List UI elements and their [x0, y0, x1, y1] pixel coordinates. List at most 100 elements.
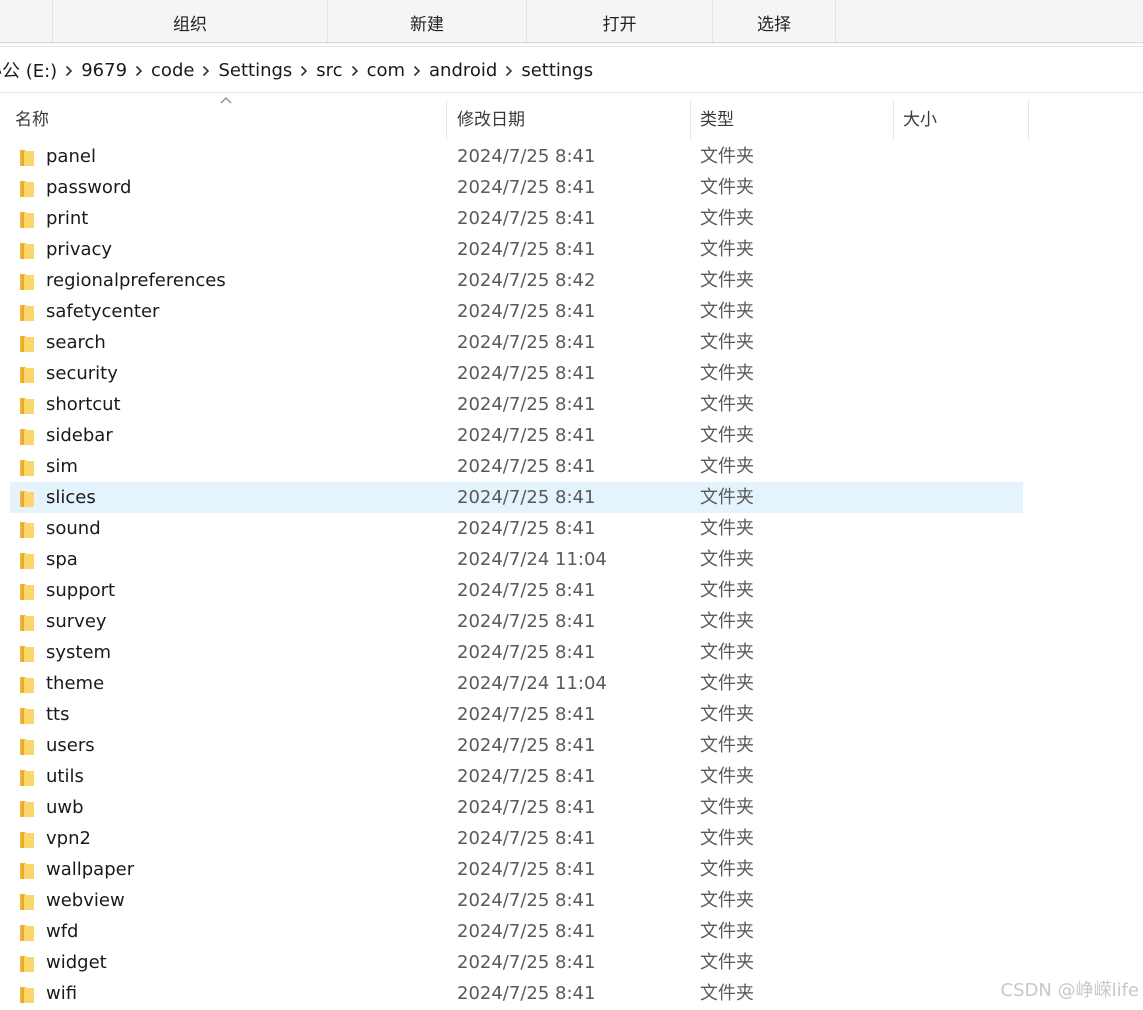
file-name: sound — [46, 518, 101, 539]
file-name: wifi — [46, 983, 78, 1004]
file-modified: 2024/7/25 8:41 — [457, 766, 596, 787]
file-type: 文件夹 — [700, 270, 754, 291]
folder-icon — [19, 271, 35, 291]
file-name: vpn2 — [46, 828, 91, 849]
chevron-right-icon[interactable] — [129, 61, 149, 79]
breadcrumb-segment[interactable]: src — [314, 60, 344, 81]
file-type: 文件夹 — [700, 952, 754, 973]
file-row[interactable]: utils 2024/7/25 8:41 文件夹 — [10, 761, 1023, 792]
file-row[interactable]: panel 2024/7/25 8:41 文件夹 — [10, 141, 1023, 172]
file-type: 文件夹 — [700, 394, 754, 415]
chevron-right-icon[interactable] — [407, 61, 427, 79]
file-name: regionalpreferences — [46, 270, 226, 291]
file-type: 文件夹 — [700, 301, 754, 322]
file-row[interactable]: tts 2024/7/25 8:41 文件夹 — [10, 699, 1023, 730]
breadcrumb-segment[interactable]: Settings — [216, 60, 294, 81]
file-name: search — [46, 332, 106, 353]
file-name: utils — [46, 766, 84, 787]
chevron-right-icon[interactable] — [59, 61, 79, 79]
column-modified[interactable]: 修改日期 — [457, 100, 689, 140]
file-row[interactable]: uwb 2024/7/25 8:41 文件夹 — [10, 792, 1023, 823]
address-bar[interactable]: 办公 (E:) 9679 code Settings srccom android sett… — [0, 47, 1143, 93]
file-row[interactable]: wallpaper 2024/7/25 8:41 文件夹 — [10, 854, 1023, 885]
file-modified: 2024/7/25 8:41 — [457, 363, 596, 384]
folder-icon — [19, 674, 35, 694]
file-modified: 2024/7/25 8:41 — [457, 394, 596, 415]
file-row[interactable]: print 2024/7/25 8:41 文件夹 — [10, 203, 1023, 234]
file-type: 文件夹 — [700, 704, 754, 725]
file-row[interactable]: wfd 2024/7/25 8:41 文件夹 — [10, 916, 1023, 947]
tab-select[interactable]: 选择 — [712, 0, 836, 42]
file-modified: 2024/7/25 8:41 — [457, 518, 596, 539]
file-row[interactable]: regionalpreferences 2024/7/25 8:42 文件夹 — [10, 265, 1023, 296]
file-row[interactable]: sound 2024/7/25 8:41 文件夹 — [10, 513, 1023, 544]
file-row[interactable]: system 2024/7/25 8:41 文件夹 — [10, 637, 1023, 668]
file-modified: 2024/7/25 8:41 — [457, 797, 596, 818]
folder-icon — [19, 550, 35, 570]
column-size[interactable]: 大小 — [903, 100, 1027, 140]
file-name: wfd — [46, 921, 79, 942]
column-divider[interactable] — [893, 100, 894, 140]
file-name: system — [46, 642, 112, 663]
folder-icon — [19, 643, 35, 663]
column-header: 名称 修改日期 类型 大小 — [0, 100, 1143, 140]
breadcrumb-segment[interactable]: code — [149, 60, 196, 81]
file-modified: 2024/7/25 8:41 — [457, 859, 596, 880]
file-type: 文件夹 — [700, 487, 754, 508]
file-row[interactable]: survey 2024/7/25 8:41 文件夹 — [10, 606, 1023, 637]
column-divider[interactable] — [1028, 100, 1029, 140]
chevron-right-icon[interactable] — [499, 61, 519, 79]
column-type[interactable]: 类型 — [700, 100, 892, 140]
folder-icon — [19, 922, 35, 942]
file-row[interactable]: search 2024/7/25 8:41 文件夹 — [10, 327, 1023, 358]
file-row[interactable]: slices 2024/7/25 8:41 文件夹 — [10, 482, 1023, 513]
file-row[interactable]: vpn2 2024/7/25 8:41 文件夹 — [10, 823, 1023, 854]
file-row[interactable]: spa 2024/7/24 11:04 文件夹 — [10, 544, 1023, 575]
file-name: shortcut — [46, 394, 121, 415]
column-divider[interactable] — [446, 100, 447, 140]
folder-icon — [19, 209, 35, 229]
file-row[interactable]: privacy 2024/7/25 8:41 文件夹 — [10, 234, 1023, 265]
column-divider[interactable] — [690, 100, 691, 140]
file-name: users — [46, 735, 95, 756]
file-row[interactable]: safetycenter 2024/7/25 8:41 文件夹 — [10, 296, 1023, 327]
column-name[interactable]: 名称 — [15, 100, 445, 140]
folder-icon — [19, 705, 35, 725]
file-type: 文件夹 — [700, 549, 754, 570]
file-row[interactable]: theme 2024/7/24 11:04 文件夹 — [10, 668, 1023, 699]
file-modified: 2024/7/25 8:41 — [457, 239, 596, 260]
tab-organize[interactable]: 组织 — [52, 0, 327, 42]
file-name: print — [46, 208, 89, 229]
file-type: 文件夹 — [700, 580, 754, 601]
breadcrumb-segment[interactable]: com — [365, 60, 407, 81]
file-row[interactable]: webview 2024/7/25 8:41 文件夹 — [10, 885, 1023, 916]
breadcrumb-segment[interactable]: 办公 (E:) — [0, 57, 59, 83]
file-row[interactable]: sim 2024/7/25 8:41 文件夹 — [10, 451, 1023, 482]
file-modified: 2024/7/25 8:41 — [457, 983, 596, 1004]
tab-open[interactable]: 打开 — [526, 0, 712, 42]
chevron-right-icon[interactable] — [345, 61, 365, 79]
chevron-right-icon[interactable] — [196, 61, 216, 79]
breadcrumb-segment[interactable]: android — [427, 60, 499, 81]
folder-icon — [19, 426, 35, 446]
file-row[interactable]: security 2024/7/25 8:41 文件夹 — [10, 358, 1023, 389]
file-row[interactable]: widget 2024/7/25 8:41 文件夹 — [10, 947, 1023, 978]
file-row[interactable]: sidebar 2024/7/25 8:41 文件夹 — [10, 420, 1023, 451]
file-name: safetycenter — [46, 301, 160, 322]
folder-icon — [19, 891, 35, 911]
file-row[interactable]: users 2024/7/25 8:41 文件夹 — [10, 730, 1023, 761]
file-modified: 2024/7/25 8:41 — [457, 921, 596, 942]
file-name: panel — [46, 146, 96, 167]
breadcrumb-segment[interactable]: settings — [519, 60, 595, 81]
file-row[interactable]: password 2024/7/25 8:41 文件夹 — [10, 172, 1023, 203]
file-modified: 2024/7/25 8:41 — [457, 332, 596, 353]
chevron-right-icon[interactable] — [294, 61, 314, 79]
file-row[interactable]: wifi 2024/7/25 8:41 文件夹 — [10, 978, 1023, 1009]
file-name: sidebar — [46, 425, 113, 446]
file-row[interactable]: support 2024/7/25 8:41 文件夹 — [10, 575, 1023, 606]
file-row[interactable]: shortcut 2024/7/25 8:41 文件夹 — [10, 389, 1023, 420]
sort-ascending-icon — [220, 97, 232, 104]
tab-new[interactable]: 新建 — [327, 0, 526, 42]
breadcrumb-segment[interactable]: 9679 — [79, 60, 129, 81]
file-modified: 2024/7/25 8:41 — [457, 952, 596, 973]
